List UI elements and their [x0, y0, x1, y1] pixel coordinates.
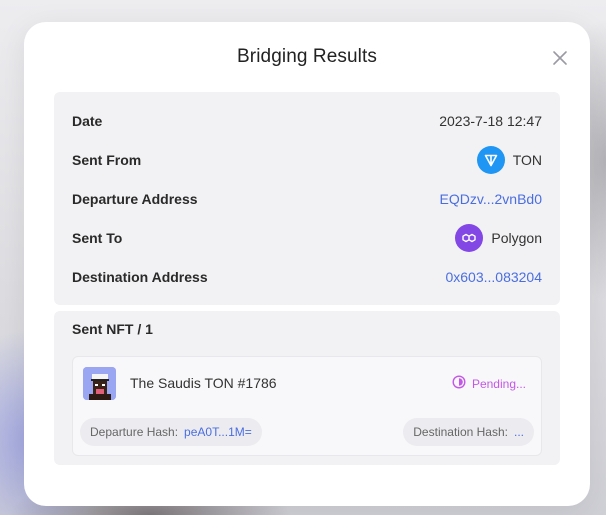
departure-address-link[interactable]: EQDzv...2vnBd0 [440, 191, 542, 207]
sent-from-row: Sent From TON [72, 146, 542, 174]
modal-title: Bridging Results [237, 46, 377, 67]
nft-name: The Saudis TON #1786 [130, 375, 277, 391]
sent-from-label: Sent From [72, 152, 142, 168]
sent-from-value: TON [476, 146, 542, 174]
departure-hash-label: Departure Hash: [90, 425, 179, 439]
sent-to-row: Sent To Polygon [72, 224, 542, 252]
nft-card: The Saudis TON #1786 Pending... Departur… [72, 356, 542, 456]
sent-to-label: Sent To [72, 230, 123, 246]
close-icon[interactable] [552, 50, 568, 66]
destination-address-link[interactable]: 0x603...083204 [445, 269, 542, 285]
sent-nft-section: Sent NFT / 1 The Saudis TON #1786 Pendin… [54, 311, 560, 465]
ton-icon [476, 146, 505, 174]
date-row: Date 2023-7-18 12:47 [72, 108, 542, 134]
destination-hash-label: Destination Hash: [413, 425, 508, 439]
departure-hash-link[interactable]: peA0T...1M= [184, 425, 252, 439]
destination-hash-link[interactable]: ... [514, 425, 524, 439]
nft-status: Pending... [452, 375, 526, 392]
departure-hash-pill: Departure Hash: peA0T...1M= [80, 418, 262, 446]
departure-address-row: Departure Address EQDzv...2vnBd0 [72, 186, 542, 212]
nft-status-label: Pending... [471, 376, 526, 391]
destination-address-row: Destination Address 0x603...083204 [72, 264, 542, 290]
bridging-results-modal: Bridging Results Date 2023-7-18 12:47 Se… [24, 22, 590, 506]
sent-to-value: Polygon [455, 224, 542, 252]
departure-address-label: Departure Address [72, 191, 198, 207]
sent-from-chain-name: TON [512, 152, 542, 168]
date-label: Date [72, 113, 103, 129]
transfer-summary-panel: Date 2023-7-18 12:47 Sent From TON Depar… [54, 92, 560, 305]
date-value: 2023-7-18 12:47 [439, 113, 542, 129]
pending-icon [452, 375, 466, 392]
destination-hash-pill: Destination Hash: ... [403, 418, 534, 446]
sent-to-chain-name: Polygon [491, 230, 542, 246]
polygon-icon [455, 224, 484, 252]
nft-thumbnail [83, 367, 116, 400]
destination-address-label: Destination Address [72, 269, 208, 285]
sent-nft-title: Sent NFT / 1 [72, 321, 153, 337]
